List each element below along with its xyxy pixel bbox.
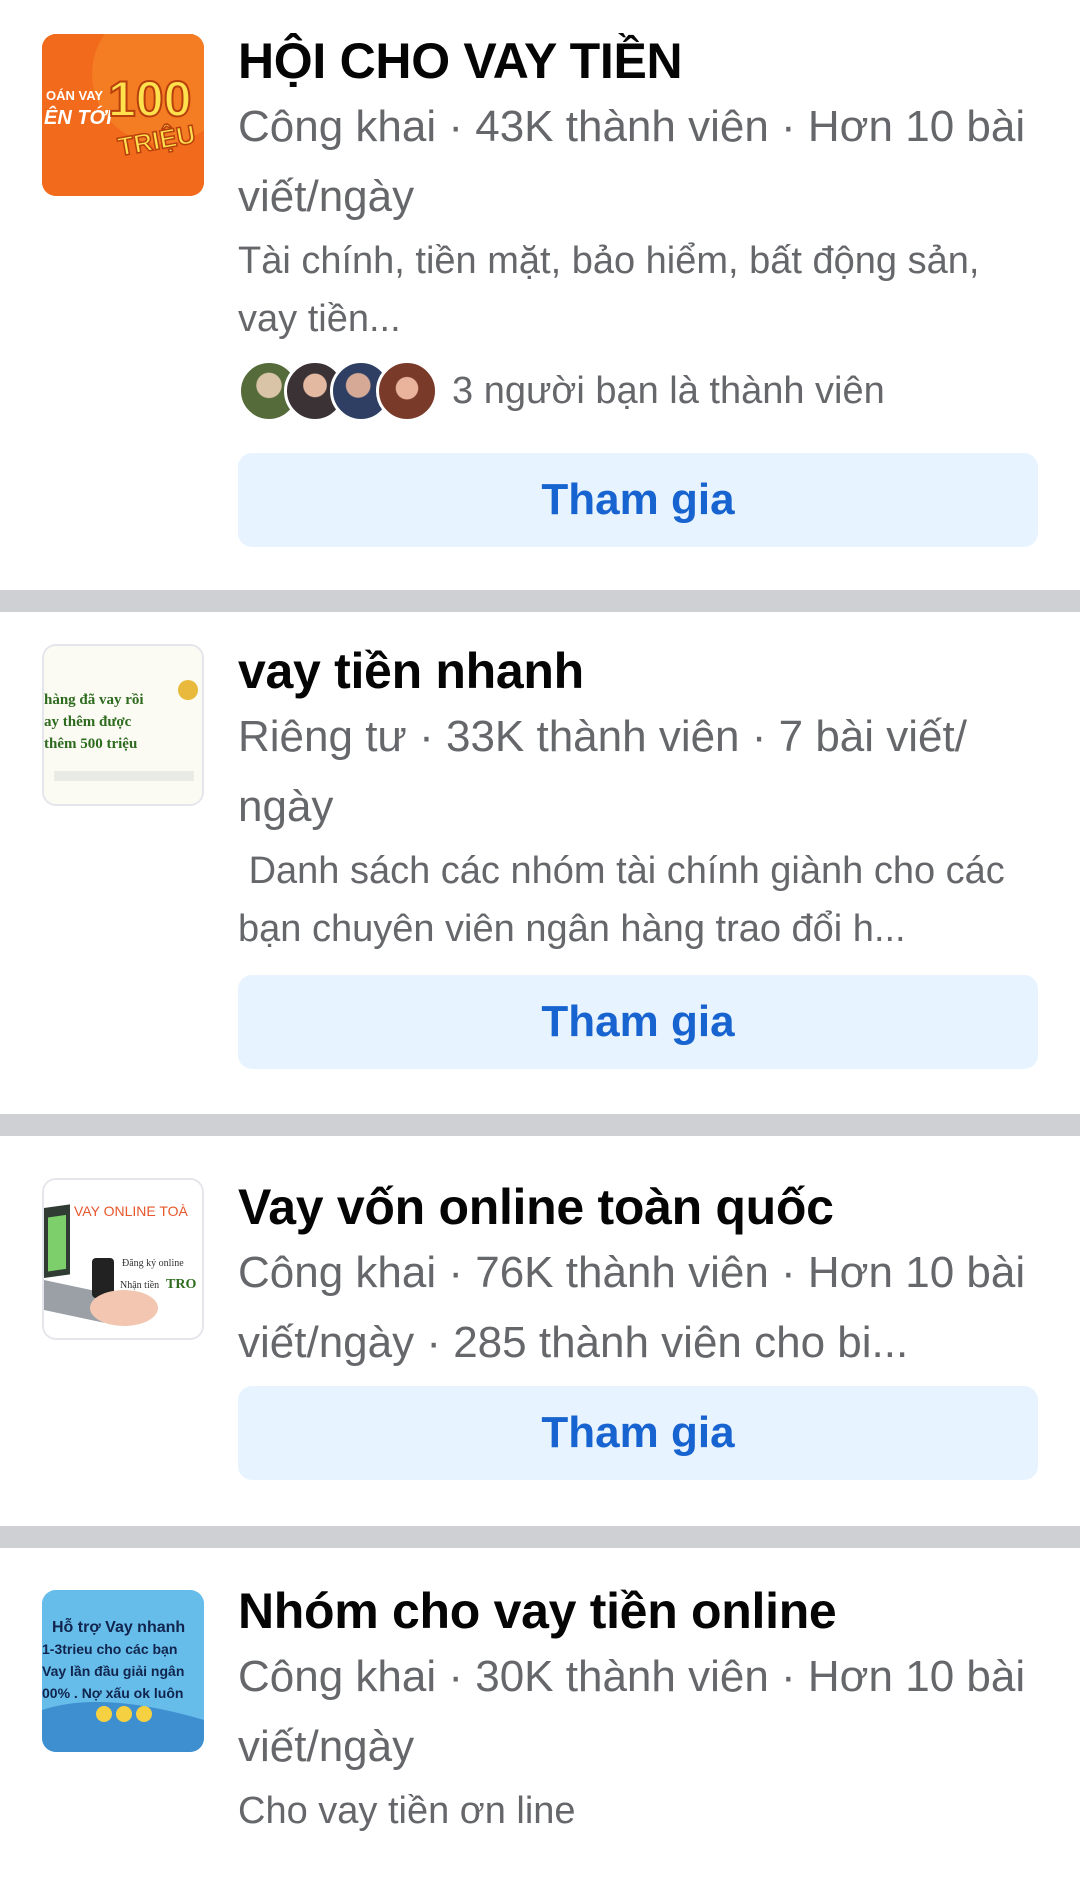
loan-promo-image: hàng đã vay rồi ay thêm được thêm 500 tr… [44,646,202,804]
group-name[interactable]: vay tiền nhanh [238,640,1038,702]
friend-avatars [238,360,438,422]
loan-promo-image: OÁN VAY ÊN TỚI 100 TRIỆU [42,34,204,196]
svg-text:1-3trieu cho các bạn: 1-3trieu cho các bạn [42,1641,177,1657]
mutual-friends-label: 3 người bạn là thành viên [452,369,885,412]
separator [0,1526,1080,1548]
loan-promo-image: Hỗ trợ Vay nhanh 1-3trieu cho các bạn Va… [42,1590,204,1752]
mutual-friends: 3 người bạn là thành viên [238,356,1038,426]
group-meta: Công khai · 76K thành viên · Hơn 10 bài … [238,1248,1026,1367]
group-card[interactable]: hàng đã vay rồi ay thêm được thêm 500 tr… [0,612,1080,1114]
group-name[interactable]: Vay vốn online toàn quốc [238,1176,1038,1238]
separator [0,590,1080,612]
group-description: Danh sách các nhóm tài chính giành cho c… [238,850,1016,950]
laptop-phone-image: VAY ONLINE TOÀ Đăng ký online Nhận tiền … [44,1180,202,1338]
group-thumbnail[interactable]: Hỗ trợ Vay nhanh 1-3trieu cho các bạn Va… [42,1590,204,1752]
svg-text:thêm 500 triệu: thêm 500 triệu [44,736,137,752]
group-meta: Công khai · 43K thành viên · Hơn 10 bài … [238,102,1026,221]
group-description: Tài chính, tiền mặt, bảo hiểm, bất động … [238,240,980,340]
join-button[interactable]: Tham gia [238,1386,1038,1480]
svg-text:Đăng ký online: Đăng ký online [122,1258,184,1269]
group-card[interactable]: OÁN VAY ÊN TỚI 100 TRIỆU HỘI CHO VAY TIỀ… [0,0,1080,590]
svg-text:100: 100 [108,71,191,127]
group-description: Cho vay tiền ơn line [238,1790,576,1832]
join-button[interactable]: Tham gia [238,453,1038,547]
group-thumbnail[interactable]: hàng đã vay rồi ay thêm được thêm 500 tr… [42,644,204,806]
svg-text:Hỗ trợ Vay nhanh: Hỗ trợ Vay nhanh [52,1617,185,1636]
group-meta: Công khai · 30K thành viên · Hơn 10 bài … [238,1652,1026,1771]
svg-text:00% . Nợ xấu ok luôn: 00% . Nợ xấu ok luôn [42,1685,183,1701]
group-thumbnail[interactable]: OÁN VAY ÊN TỚI 100 TRIỆU [42,34,204,196]
group-meta: Riêng tư · 33K thành viên · 7 bài viết/ … [238,712,967,831]
group-card[interactable]: Hỗ trợ Vay nhanh 1-3trieu cho các bạn Va… [0,1548,1080,1880]
join-button[interactable]: Tham gia [238,975,1038,1069]
svg-text:VAY ONLINE TOÀ: VAY ONLINE TOÀ [74,1203,189,1219]
avatar [376,360,438,422]
svg-text:TRO: TRO [166,1277,196,1292]
group-card[interactable]: VAY ONLINE TOÀ Đăng ký online Nhận tiền … [0,1136,1080,1526]
separator [0,1114,1080,1136]
group-thumbnail[interactable]: VAY ONLINE TOÀ Đăng ký online Nhận tiền … [42,1178,204,1340]
svg-text:ay thêm được: ay thêm được [44,714,132,730]
svg-text:OÁN VAY: OÁN VAY [46,88,103,103]
group-name[interactable]: Nhóm cho vay tiền online [238,1580,1038,1642]
svg-text:Vay lần đầu giải ngân: Vay lần đầu giải ngân [42,1663,184,1679]
svg-text:hàng đã vay rồi: hàng đã vay rồi [44,692,144,708]
svg-text:ÊN TỚI: ÊN TỚI [44,105,112,129]
group-name[interactable]: HỘI CHO VAY TIỀN [238,30,1038,92]
svg-text:Nhận tiền: Nhận tiền [120,1280,159,1291]
